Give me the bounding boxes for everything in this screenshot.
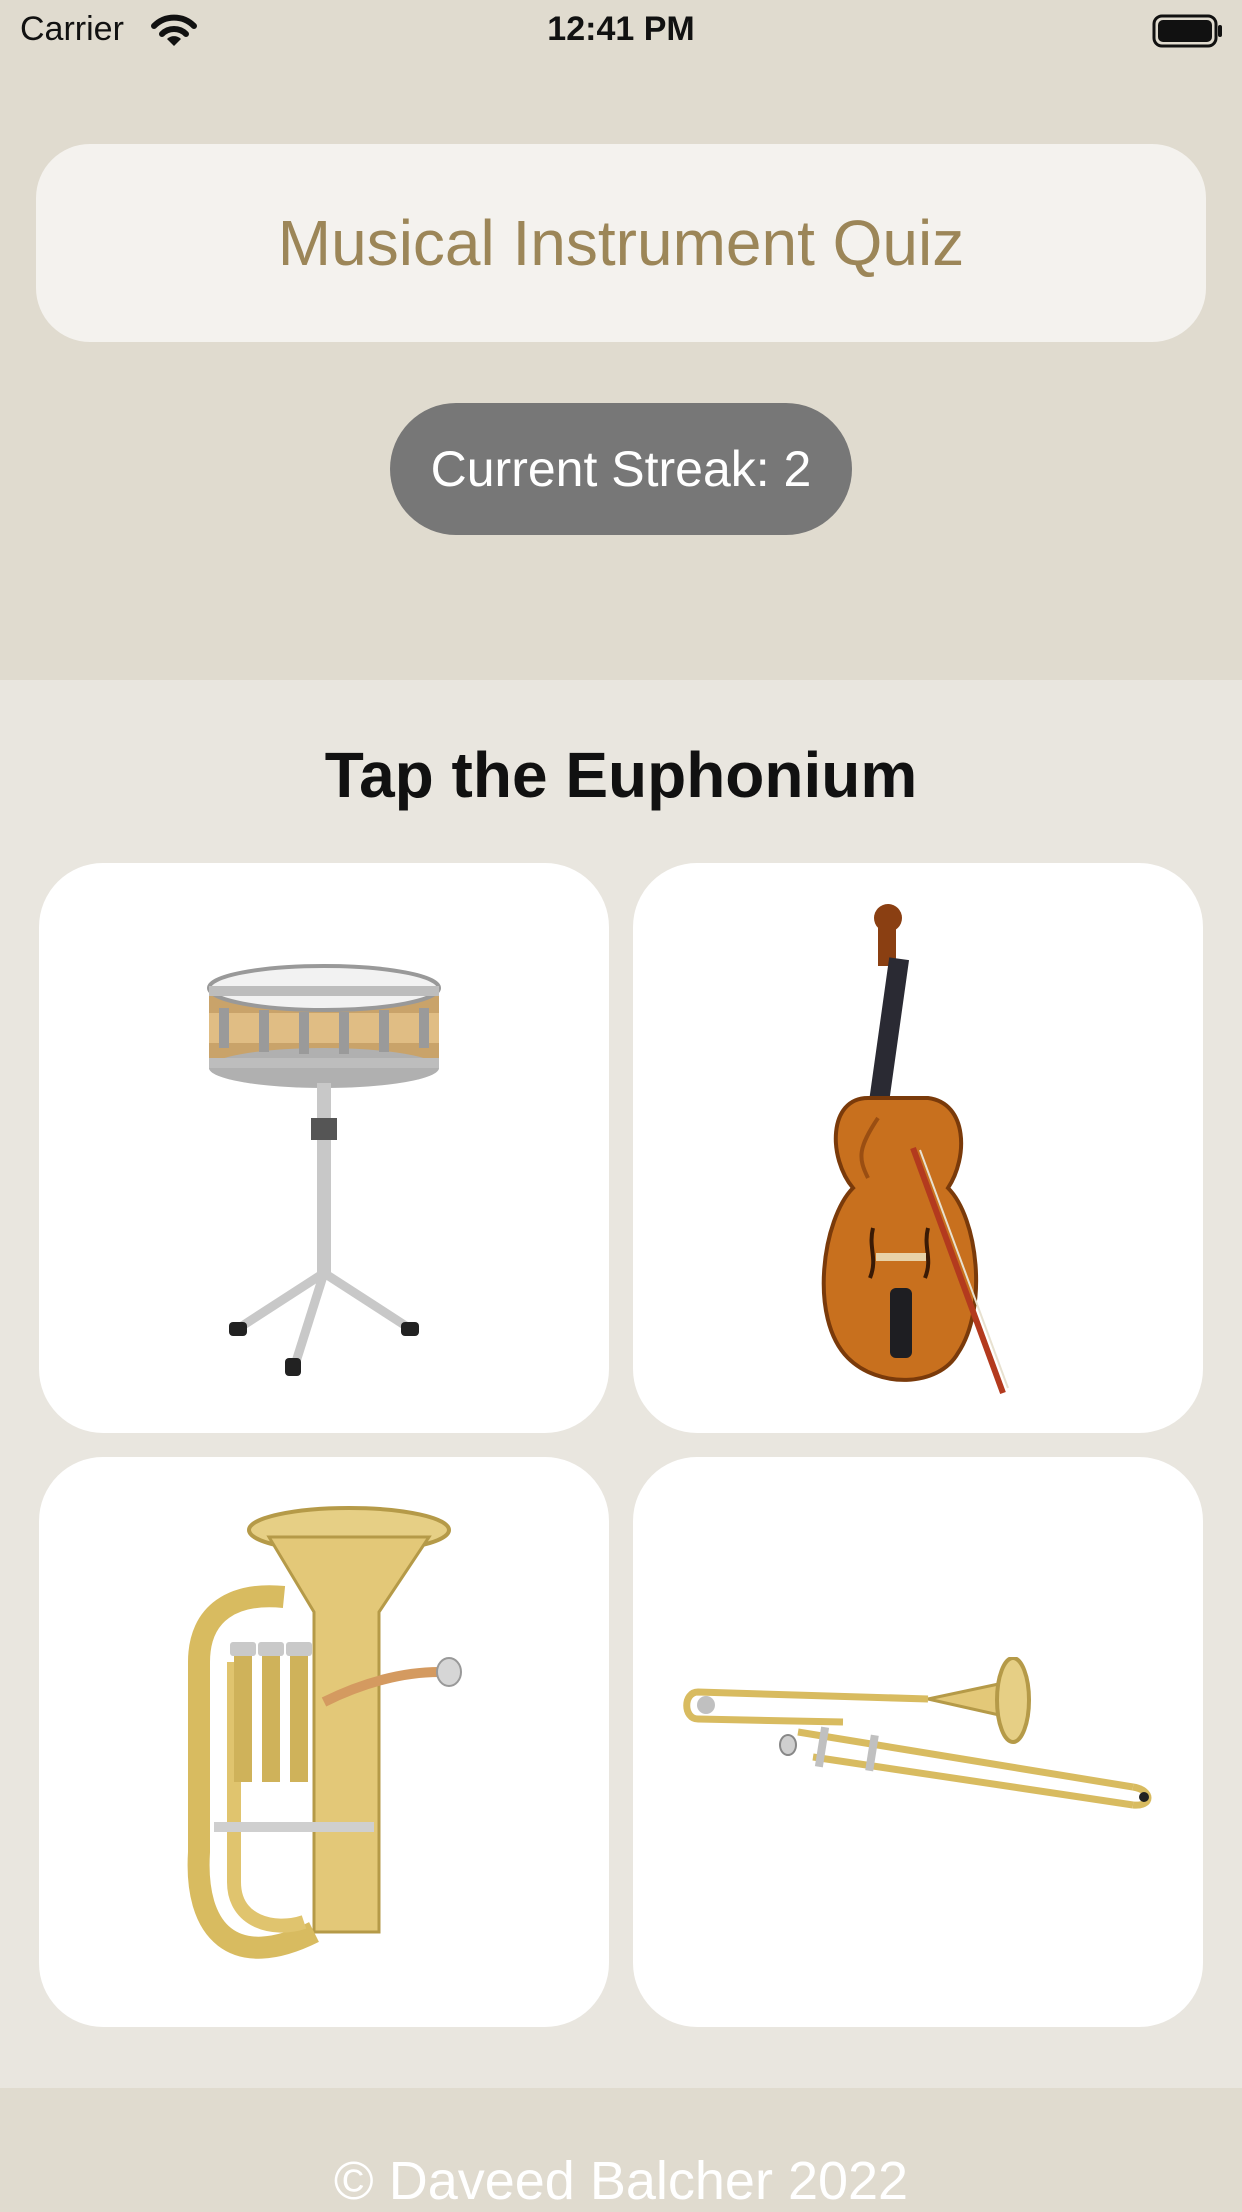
choice-card-euphonium[interactable] <box>39 1457 609 2027</box>
cello-icon <box>821 904 1009 1395</box>
trombone-icon <box>683 1657 1152 1809</box>
status-bar: Carrier 12:41 PM <box>0 0 1242 64</box>
choice-card-snare-drum[interactable] <box>39 863 609 1433</box>
euphonium-icon <box>187 1506 462 1959</box>
streak-badge: Current Streak: 2 <box>390 403 852 535</box>
status-time: 12:41 PM <box>547 10 695 48</box>
app-title: Musical Instrument Quiz <box>277 207 965 279</box>
copyright-text: © Daveed Balcher 2022 <box>333 2151 909 2211</box>
choice-card-cello[interactable] <box>633 863 1203 1433</box>
choice-card-trombone[interactable] <box>633 1457 1203 2027</box>
title-card: Musical Instrument Quiz <box>36 144 1206 342</box>
quiz-prompt: Tap the Euphonium <box>324 739 918 811</box>
snare-drum-icon <box>207 964 441 1376</box>
streak-label: Current Streak: 2 <box>430 441 812 497</box>
battery-icon <box>1152 14 1222 48</box>
